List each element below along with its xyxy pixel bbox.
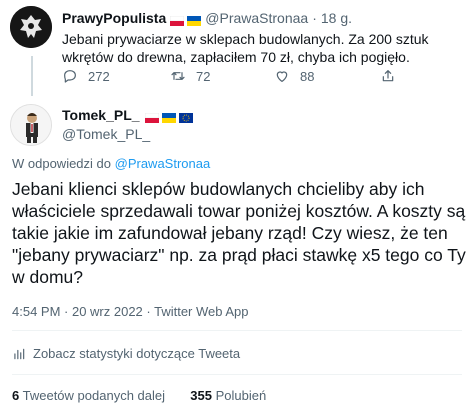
engagement-counts: 6 Tweetów podanych dalej 355 Polubień (12, 388, 266, 403)
likes-label: Polubień (215, 388, 267, 403)
ukraine-flag-icon (161, 110, 176, 123)
parent-timestamp[interactable]: 18 g. (321, 10, 352, 26)
share-icon (382, 70, 394, 82)
parent-avatar[interactable] (10, 6, 52, 48)
main-handle[interactable]: @Tomek_PL_ (62, 126, 150, 142)
poland-flag-icon (170, 13, 185, 26)
parent-tweet[interactable]: PrawyPopulista @PrawaStronaa · 18 g. Jeb… (0, 0, 474, 98)
analytics-icon (14, 348, 25, 359)
reply-prefix: W odpowiedzi do (12, 156, 111, 171)
parent-tweet-text: Jebani prywaciarze w sklepach budowlanyc… (62, 31, 429, 65)
retweet-button[interactable]: 72 (170, 68, 210, 84)
parent-action-bar: 272 72 88 (62, 68, 394, 88)
reply-count: 272 (88, 68, 110, 84)
retweet-icon (171, 72, 185, 80)
parent-author-name[interactable]: PrawyPopulista (62, 10, 166, 26)
heart-icon (276, 71, 288, 82)
stats-link-label: Zobacz statystyki dotyczące Tweeta (33, 346, 241, 361)
share-button[interactable] (380, 68, 406, 84)
tweet-timestamp-source[interactable]: 4:54 PM · 20 wrz 2022 · Twitter Web App (12, 304, 249, 319)
thread-connector-line (31, 56, 33, 96)
divider (12, 330, 462, 331)
likes-value: 355 (190, 388, 212, 403)
view-tweet-analytics-link[interactable]: Zobacz statystyki dotyczące Tweeta (12, 346, 240, 361)
reply-button[interactable]: 272 (62, 68, 110, 84)
poland-flag-icon (144, 110, 159, 123)
likes-stat[interactable]: 355 Polubień (190, 388, 266, 403)
like-count: 88 (300, 68, 315, 84)
main-author-row: Tomek_PL_ (62, 107, 193, 123)
retweets-value: 6 (12, 388, 20, 403)
like-button[interactable]: 88 (274, 68, 314, 84)
ukraine-flag-icon (187, 13, 202, 26)
divider (12, 374, 462, 375)
main-tweet-text: Jebani klienci sklepów budowlanych chcie… (12, 179, 466, 287)
reply-context: W odpowiedzi do @PrawaStronaa (12, 156, 210, 171)
main-author-name[interactable]: Tomek_PL_ (62, 107, 140, 123)
main-avatar[interactable] (10, 104, 52, 146)
retweets-label: Tweetów podanych dalej (22, 388, 165, 403)
retweets-stat[interactable]: 6 Tweetów podanych dalej (12, 388, 165, 403)
retweet-count: 72 (196, 68, 211, 84)
parent-separator: · (312, 10, 317, 26)
parent-handle[interactable]: @PrawaStronaa (205, 10, 308, 26)
parent-header: PrawyPopulista @PrawaStronaa · 18 g. (62, 10, 352, 26)
reply-target-link[interactable]: @PrawaStronaa (115, 156, 211, 171)
reply-icon (64, 70, 76, 83)
eu-flag-icon (178, 110, 193, 123)
